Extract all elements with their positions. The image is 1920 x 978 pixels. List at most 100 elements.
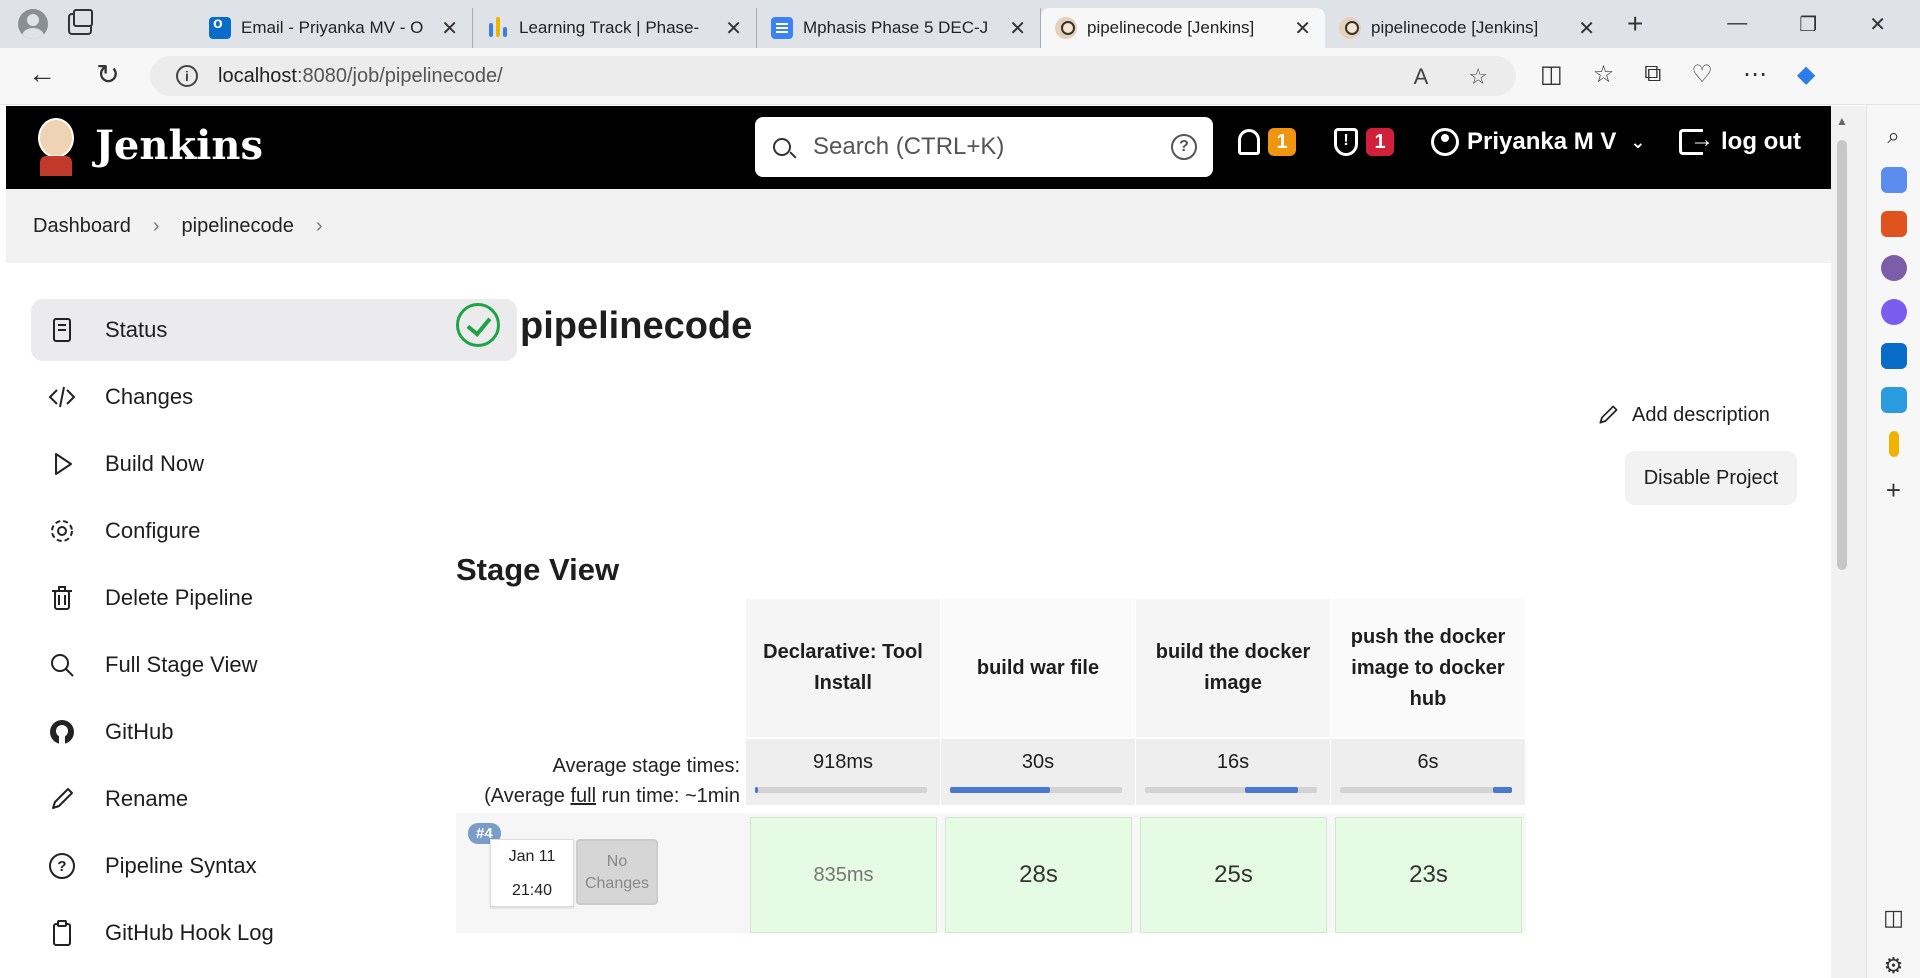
sidebar-item-pipeline-syntax[interactable]: ? Pipeline Syntax [31, 835, 517, 897]
browser-essentials-icon[interactable]: ♡ [1691, 60, 1713, 89]
outlook-icon [209, 15, 231, 39]
notifications-button[interactable]: 1 [1238, 128, 1296, 156]
search-icon[interactable]: ⌕ [1887, 123, 1899, 149]
close-icon[interactable]: ✕ [725, 16, 742, 41]
average-progress-track [755, 787, 927, 793]
tools-icon[interactable] [1880, 211, 1907, 237]
stage-header: push the docker image to docker hub [1331, 599, 1526, 737]
chevron-right-icon[interactable]: › [316, 215, 323, 238]
user-name: Priyanka M V [1467, 128, 1617, 155]
collections-icon[interactable]: ⧉ [1644, 60, 1661, 89]
average-progress-track [950, 787, 1122, 793]
security-button[interactable]: ! 1 [1334, 128, 1394, 156]
tab-title: pipelinecode [Jenkins] [1087, 18, 1255, 37]
search-icon [773, 138, 791, 156]
send-icon[interactable] [1880, 387, 1907, 413]
bars-icon[interactable] [1888, 431, 1899, 457]
stage-average: 6s [1331, 739, 1526, 805]
more-icon[interactable]: ⋯ [1743, 60, 1767, 89]
sidebar-item-configure[interactable]: Configure [31, 500, 517, 562]
profile-icon[interactable] [18, 9, 48, 39]
pencil-icon [1599, 405, 1618, 424]
sidebar-item-label: Configure [105, 518, 201, 543]
stage-header: build the docker image [1136, 599, 1331, 737]
bell-icon [1238, 129, 1260, 155]
sidebar-item-github[interactable]: GitHub [31, 701, 517, 763]
reload-icon[interactable]: ↻ [88, 58, 128, 91]
stage-cell[interactable]: 23s [1331, 813, 1526, 933]
chevron-down-icon[interactable]: ⌄ [1630, 132, 1645, 153]
no-changes-box: No Changes [576, 839, 658, 905]
full-run-time-link[interactable]: full [570, 785, 596, 807]
close-icon[interactable]: ✕ [1009, 16, 1026, 41]
scroll-up-icon[interactable]: ▲ [1836, 114, 1848, 128]
url-field[interactable]: i localhost:8080/job/pipelinecode/ A ☆ [150, 56, 1516, 96]
stage-cell[interactable]: 25s [1136, 813, 1331, 933]
clipboard-icon [47, 918, 77, 948]
read-aloud-icon[interactable]: A [1414, 64, 1429, 90]
stage-cell[interactable]: 28s [941, 813, 1136, 933]
breadcrumb-dashboard[interactable]: Dashboard [33, 215, 131, 238]
jenkins-header: Jenkins ? 1 ! 1 Priyanka M V ⌄ log out [6, 106, 1831, 189]
sidebar-item-changes[interactable]: Changes [31, 366, 517, 428]
close-icon[interactable]: ✕ [1578, 16, 1595, 41]
help-icon[interactable]: ? [1171, 134, 1197, 160]
add-description-link[interactable]: Add description [1596, 403, 1770, 427]
sidebar-item-label: Pipeline Syntax [105, 853, 257, 878]
sidebar-item-github-hook-log[interactable]: GitHub Hook Log [31, 902, 517, 964]
shopping-icon[interactable] [1880, 167, 1907, 193]
info-icon[interactable]: i [176, 65, 198, 87]
disable-project-button[interactable]: Disable Project [1625, 451, 1797, 505]
tab-title: pipelinecode [Jenkins] [1371, 18, 1539, 37]
browser-tab-jenkins-active[interactable]: pipelinecode [Jenkins] ✕ [1041, 8, 1325, 48]
close-icon[interactable]: ✕ [441, 16, 458, 41]
new-tab-button[interactable]: + [1627, 8, 1643, 40]
search-input[interactable] [813, 133, 1153, 161]
help-icon: ? [47, 851, 77, 881]
sidebar-item-full-stage-view[interactable]: Full Stage View [31, 634, 517, 696]
favorite-star-icon[interactable]: ☆ [1468, 64, 1488, 90]
browser-tab-learning-track[interactable]: Learning Track | Phase- ✕ [473, 8, 757, 48]
split-screen-icon[interactable]: ◫ [1540, 60, 1563, 89]
close-window-icon[interactable]: ✕ [1869, 12, 1886, 37]
microsoft365-icon[interactable] [1880, 299, 1907, 325]
jenkins-brand[interactable]: Jenkins [95, 122, 263, 169]
side-panel: Status Changes Build Now Configure Delet… [31, 299, 517, 969]
workspaces-icon[interactable] [68, 9, 93, 35]
page-scrollbar[interactable]: ▲ [1831, 106, 1866, 978]
close-icon[interactable]: ✕ [1294, 16, 1311, 41]
minimize-icon[interactable]: — [1727, 12, 1747, 37]
user-menu[interactable]: Priyanka M V ⌄ [1431, 128, 1646, 156]
build-row: #4 Jan 11 21:40 No Changes 835ms 28s 25s… [456, 813, 1696, 933]
average-progress-fill [755, 787, 759, 793]
jenkins-logo[interactable] [34, 118, 78, 176]
sidebar-item-delete-pipeline[interactable]: Delete Pipeline [31, 567, 517, 629]
restore-icon[interactable]: ❐ [1799, 12, 1817, 37]
favorites-icon[interactable]: ☆ [1593, 60, 1615, 89]
settings-icon[interactable]: ⚙ [1884, 953, 1904, 978]
browser-tab-mphasis[interactable]: Mphasis Phase 5 DEC-J ✕ [757, 8, 1041, 48]
chevron-right-icon[interactable]: › [153, 215, 160, 238]
trash-icon [47, 583, 77, 613]
breadcrumb-pipelinecode[interactable]: pipelinecode [182, 215, 294, 238]
sidebar-item-rename[interactable]: Rename [31, 768, 517, 830]
browser-tab-jenkins[interactable]: pipelinecode [Jenkins] ✕ [1325, 8, 1609, 48]
browser-tab-email[interactable]: Email - Priyanka MV - O ✕ [195, 8, 473, 48]
back-icon[interactable]: ← [22, 58, 62, 90]
add-icon[interactable]: + [1886, 475, 1901, 506]
stage-cell[interactable]: 835ms [746, 813, 941, 933]
tab-title: Email - Priyanka MV - O [241, 18, 424, 37]
outlook-icon[interactable] [1880, 343, 1907, 369]
sidebar-toggle-icon[interactable]: ◫ [1883, 905, 1904, 931]
stage-duration: 25s [1140, 817, 1327, 933]
sidebar-item-build-now[interactable]: Build Now [31, 433, 517, 495]
sidebar-item-status[interactable]: Status [31, 299, 517, 361]
sidebar-item-label: Delete Pipeline [105, 585, 253, 610]
stage-header: Declarative: Tool Install [746, 599, 941, 737]
games-icon[interactable] [1880, 255, 1907, 281]
logout-button[interactable]: log out [1679, 126, 1801, 156]
search-box[interactable]: ? [755, 117, 1213, 177]
scrollbar-thumb[interactable] [1837, 140, 1847, 570]
copilot-icon[interactable]: ◆ [1797, 60, 1815, 89]
average-progress-track [1340, 787, 1512, 793]
